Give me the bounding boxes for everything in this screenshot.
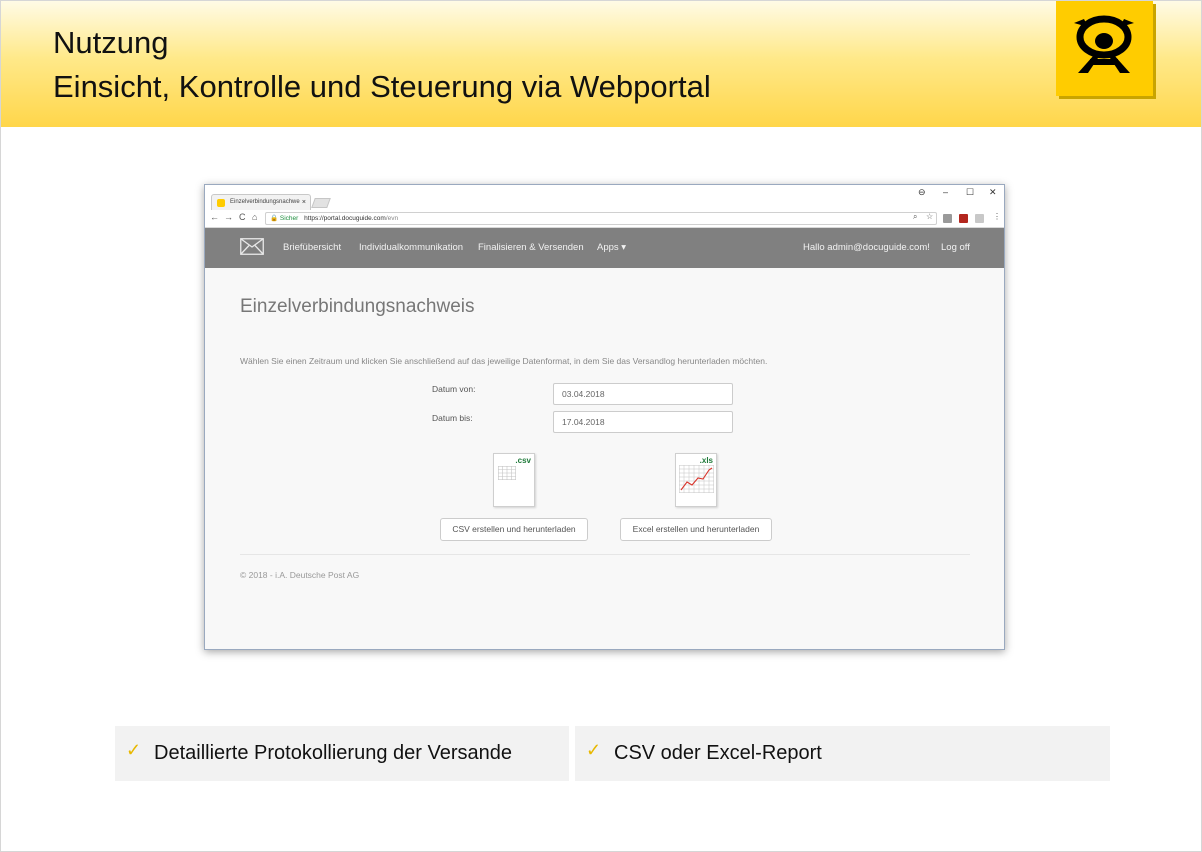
deutsche-post-logo <box>1056 1 1153 96</box>
instructions-text: Wählen Sie einen Zeitraum und klicken Si… <box>240 356 768 366</box>
csv-extension-label: .csv <box>515 456 531 465</box>
xls-extension-label: .xls <box>699 456 713 465</box>
tab-strip: Einzelverbindungsnachwe × ⊖ – ☐ ✕ <box>205 185 1004 210</box>
csv-file-icon[interactable]: .csv <box>493 453 535 507</box>
pdf-extension-icon[interactable] <box>959 214 968 223</box>
app-navbar: Briefübersicht Individualkommunikation F… <box>205 228 1004 268</box>
app-content: Einzelverbindungsnachweis Wählen Sie ein… <box>205 268 1004 649</box>
csv-download-button[interactable]: CSV erstellen und herunterladen <box>440 518 588 541</box>
bullet-text-1: Detaillierte Protokollierung der Versand… <box>154 742 512 764</box>
secure-label: Sicher <box>279 215 299 222</box>
date-from-label: Datum von: <box>432 384 476 394</box>
back-icon[interactable]: ← <box>210 212 219 222</box>
browser-tab[interactable]: Einzelverbindungsnachwe × <box>211 194 311 210</box>
tab-title: Einzelverbindungsnachwe <box>230 199 300 205</box>
bullet-item-2: ✓ CSV oder Excel-Report <box>575 726 1110 781</box>
page-title: Einzelverbindungsnachweis <box>240 296 475 317</box>
date-to-input[interactable] <box>553 411 733 433</box>
profile-icon[interactable]: ⊖ <box>918 187 926 198</box>
footer-divider <box>240 554 970 555</box>
slide-title: Nutzung <box>53 25 169 60</box>
slide-subtitle: Einsicht, Kontrolle und Steuerung via We… <box>53 69 711 104</box>
envelope-icon[interactable] <box>240 238 264 255</box>
date-from-input[interactable] <box>553 383 733 405</box>
footer-copyright: © 2018 - i.A. Deutsche Post AG <box>240 570 360 580</box>
browser-window: Einzelverbindungsnachwe × ⊖ – ☐ ✕ ← → C … <box>204 184 1005 650</box>
check-icon: ✓ <box>586 740 602 760</box>
nav-briefuebersicht[interactable]: Briefübersicht <box>283 242 341 253</box>
excel-download-button[interactable]: Excel erstellen und herunterladen <box>620 518 772 541</box>
maximize-icon[interactable]: ☐ <box>966 187 974 198</box>
bullet-item-1: ✓ Detaillierte Protokollierung der Versa… <box>115 726 569 781</box>
extension-icon[interactable] <box>975 214 984 223</box>
slide: Nutzung Einsicht, Kontrolle und Steuerun… <box>0 0 1202 852</box>
new-tab-button[interactable] <box>311 198 331 208</box>
nav-finalisieren-versenden[interactable]: Finalisieren & Versenden <box>478 242 584 253</box>
slide-header: Nutzung Einsicht, Kontrolle und Steuerun… <box>1 1 1201 127</box>
home-icon[interactable]: ⌂ <box>252 212 257 222</box>
user-greeting: Hallo admin@docuguide.com! <box>803 242 930 253</box>
favicon-icon <box>217 199 225 207</box>
deutsche-post-horn-icon <box>1074 15 1134 73</box>
check-icon: ✓ <box>126 740 142 760</box>
extension-icon[interactable] <box>943 214 952 223</box>
nav-apps-dropdown[interactable]: Apps ▾ <box>597 242 626 253</box>
url-input[interactable]: 🔒 Sicher https://portal.docuguide.com/ev… <box>265 212 937 225</box>
tab-close-icon[interactable]: × <box>302 195 306 210</box>
reload-icon[interactable]: C <box>239 212 246 222</box>
trend-line-icon <box>680 467 713 491</box>
xls-file-icon[interactable]: .xls <box>675 453 717 507</box>
bullet-text-2: CSV oder Excel-Report <box>614 742 822 764</box>
url-path: /evn <box>385 215 399 222</box>
url-main: https://portal.docuguide.com <box>304 215 386 222</box>
close-window-icon[interactable]: ✕ <box>989 187 997 198</box>
nav-individualkommunikation[interactable]: Individualkommunikation <box>359 242 463 253</box>
minimize-icon[interactable]: – <box>943 187 948 197</box>
zoom-icon[interactable]: ⌕ <box>913 212 917 222</box>
lock-icon: 🔒 <box>270 215 279 222</box>
logoff-link[interactable]: Log off <box>941 242 970 253</box>
bookmark-star-icon[interactable]: ☆ <box>926 212 933 221</box>
address-bar: ← → C ⌂ 🔒 Sicher https://portal.docuguid… <box>205 210 1004 228</box>
forward-icon[interactable]: → <box>224 212 233 222</box>
date-to-label: Datum bis: <box>432 413 473 423</box>
menu-dots-icon[interactable]: ⋮ <box>993 212 1001 221</box>
